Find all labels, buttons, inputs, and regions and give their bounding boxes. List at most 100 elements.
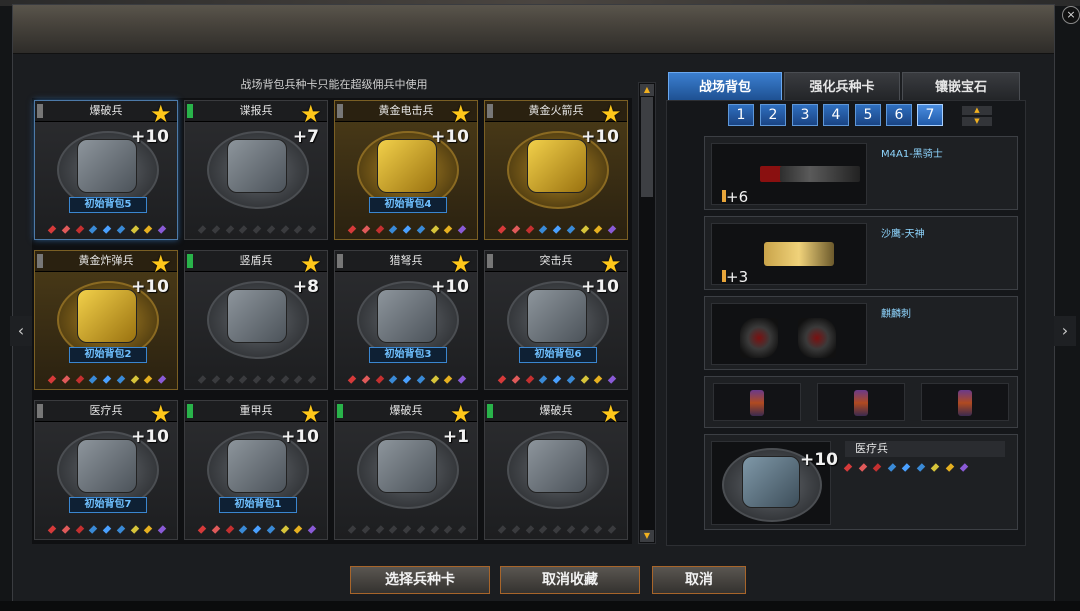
- favorite-star-icon[interactable]: ★: [450, 252, 474, 276]
- dialog-header: [13, 5, 1054, 54]
- gem-icon: [197, 225, 207, 234]
- soldier-card[interactable]: 黄金炸弹兵 ★ +10 初始背包2: [34, 250, 178, 390]
- claw-left-icon: [740, 318, 778, 358]
- favorite-star-icon[interactable]: ★: [300, 102, 324, 126]
- soldier-card[interactable]: 谍报兵 ★ +7: [184, 100, 328, 240]
- soldier-card[interactable]: 医疗兵 ★ +10 初始背包7: [34, 400, 178, 540]
- grenade-slot-2[interactable]: [817, 383, 905, 421]
- page-button-2[interactable]: 2: [760, 104, 786, 126]
- gem-icon: [89, 525, 98, 534]
- gem-icon: [307, 225, 317, 234]
- card-grid-scrollbar[interactable]: ▲ ▼: [638, 82, 656, 544]
- prev-page-arrow-icon[interactable]: ‹: [10, 316, 32, 346]
- gem-icon: [872, 463, 882, 472]
- gem-icon: [130, 375, 139, 384]
- soldier-card[interactable]: 黄金火箭兵 ★ +10: [484, 100, 628, 240]
- soldier-card[interactable]: 黄金电击兵 ★ +10 初始背包4: [334, 100, 478, 240]
- favorite-star-icon[interactable]: ★: [150, 102, 174, 126]
- page-button-4[interactable]: 4: [823, 104, 849, 126]
- gem-icon: [457, 525, 467, 534]
- medkit-icon: [742, 456, 800, 508]
- gem-icon: [157, 525, 167, 534]
- equipped-card-plus: +10: [800, 450, 838, 470]
- gem-row: [347, 525, 467, 535]
- soldier-card[interactable]: 重甲兵 ★ +10 初始背包1: [184, 400, 328, 540]
- gem-icon: [102, 525, 112, 534]
- favorite-star-icon[interactable]: ★: [450, 402, 474, 426]
- soldier-card[interactable]: 爆破兵 ★ +10 初始背包5: [34, 100, 178, 240]
- soldier-item-icon: [227, 439, 287, 493]
- tab-gem-inlay[interactable]: 镶嵌宝石: [902, 72, 1020, 102]
- scroll-thumb[interactable]: [641, 97, 653, 197]
- gem-icon: [887, 463, 896, 472]
- equipped-card-slot[interactable]: +10 医疗兵: [704, 434, 1018, 530]
- notice-text: 战场背包兵种卡只能在超级佣兵中使用: [240, 78, 428, 91]
- cancel-button[interactable]: 取消: [652, 566, 746, 594]
- favorite-star-icon[interactable]: ★: [150, 252, 174, 276]
- gem-icon: [294, 525, 303, 534]
- card-rarity-tag: [487, 404, 493, 418]
- soldier-item-icon: [77, 139, 137, 193]
- favorite-star-icon[interactable]: ★: [150, 402, 174, 426]
- soldier-card[interactable]: 爆破兵 ★ +1: [334, 400, 478, 540]
- gem-icon: [307, 375, 317, 384]
- next-page-arrow-icon[interactable]: ›: [1054, 316, 1076, 346]
- secondary-weapon-slot[interactable]: +3 沙鹰-天神: [704, 216, 1018, 290]
- gem-row: [47, 375, 167, 385]
- gem-icon: [266, 225, 275, 234]
- soldier-card[interactable]: 突击兵 ★ +10 初始背包6: [484, 250, 628, 390]
- page-button-5[interactable]: 5: [855, 104, 881, 126]
- page-button-1[interactable]: 1: [728, 104, 754, 126]
- weapon-count: +3: [726, 268, 749, 286]
- melee-weapon-slot[interactable]: 麒麟刺: [704, 296, 1018, 370]
- gem-icon: [130, 225, 139, 234]
- soldier-card[interactable]: 猎弩兵 ★ +10 初始背包3: [334, 250, 478, 390]
- gem-icon: [389, 525, 398, 534]
- favorite-star-icon[interactable]: ★: [600, 402, 624, 426]
- favorite-star-icon[interactable]: ★: [600, 252, 624, 276]
- soldier-card[interactable]: 竖盾兵 ★ +8: [184, 250, 328, 390]
- tab-enhance-card[interactable]: 强化兵种卡: [784, 72, 900, 102]
- gem-icon: [497, 525, 507, 534]
- select-card-button[interactable]: 选择兵种卡: [350, 566, 490, 594]
- origin-backpack-badge: 初始背包2: [69, 347, 147, 363]
- page-button-6[interactable]: 6: [886, 104, 912, 126]
- gem-icon: [375, 525, 384, 534]
- primary-weapon-slot[interactable]: +6 M4A1-黑骑士: [704, 136, 1018, 210]
- page-up-icon[interactable]: ▲: [962, 106, 992, 115]
- page-button-3[interactable]: 3: [792, 104, 818, 126]
- scroll-up-icon[interactable]: ▲: [640, 84, 654, 96]
- favorite-star-icon[interactable]: ★: [300, 252, 324, 276]
- unfavorite-button[interactable]: 取消收藏: [500, 566, 640, 594]
- favorite-star-icon[interactable]: ★: [450, 102, 474, 126]
- favorite-star-icon[interactable]: ★: [600, 102, 624, 126]
- gem-icon: [566, 375, 575, 384]
- gem-icon: [361, 225, 370, 234]
- scroll-down-icon[interactable]: ▼: [640, 530, 654, 542]
- page-down-icon[interactable]: ▼: [962, 117, 992, 126]
- gem-icon: [945, 463, 954, 472]
- gem-row: [47, 525, 167, 535]
- tab-backpack[interactable]: 战场背包: [668, 72, 782, 102]
- gem-icon: [525, 225, 534, 234]
- gem-icon: [444, 225, 453, 234]
- gem-icon: [347, 375, 357, 384]
- gem-icon: [375, 225, 384, 234]
- card-rarity-tag: [187, 254, 193, 268]
- close-icon[interactable]: ×: [1062, 6, 1080, 24]
- gem-icon: [594, 225, 603, 234]
- gem-icon: [416, 375, 425, 384]
- gem-icon: [61, 375, 70, 384]
- grenade-slot-3[interactable]: [921, 383, 1009, 421]
- page-button-7[interactable]: 7: [917, 104, 943, 126]
- card-plus-level: +7: [292, 127, 319, 147]
- favorite-star-icon[interactable]: ★: [300, 402, 324, 426]
- soldier-card[interactable]: 爆破兵 ★: [484, 400, 628, 540]
- grenade-slot-1[interactable]: [713, 383, 801, 421]
- gem-icon: [252, 225, 262, 234]
- gem-icon: [959, 463, 969, 472]
- page-stepper[interactable]: ▲ ▼: [962, 106, 992, 126]
- gem-icon: [307, 525, 317, 534]
- gem-icon: [61, 225, 70, 234]
- gem-icon: [497, 375, 507, 384]
